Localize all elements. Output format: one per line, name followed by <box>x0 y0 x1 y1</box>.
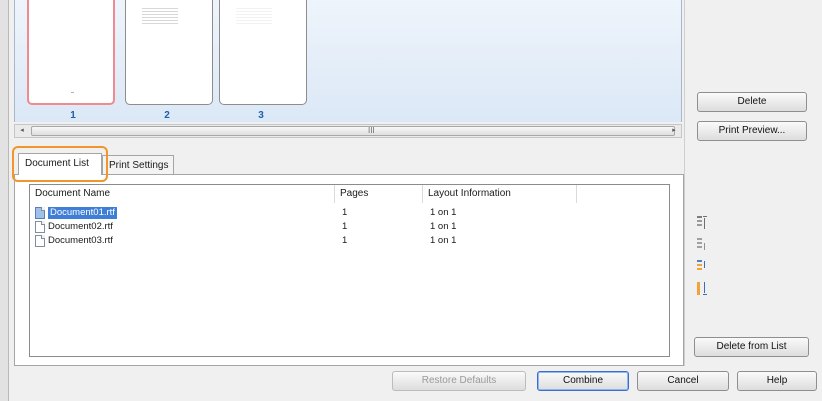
table-row[interactable]: Document03.rtf 1 1 on 1 <box>30 235 669 247</box>
document-list-view[interactable]: Document Name Pages Layout Information D… <box>29 184 670 357</box>
column-header-layout-information[interactable]: Layout Information <box>423 185 577 203</box>
move-to-top-icon[interactable] <box>697 215 711 231</box>
document-icon <box>35 235 45 247</box>
table-row[interactable]: Document01.rtf 1 1 on 1 <box>30 207 669 219</box>
document-pages: 1 <box>342 207 348 218</box>
move-to-bottom-icon[interactable] <box>697 281 711 297</box>
table-row[interactable]: Document02.rtf 1 1 on 1 <box>30 221 669 233</box>
page-number-3: 3 <box>258 110 264 121</box>
thumbnail-content <box>142 8 178 24</box>
scroll-right-arrow-icon[interactable]: ▸ <box>667 125 681 137</box>
scrollbar-grip-icon: III <box>368 126 375 135</box>
move-down-icon[interactable] <box>697 259 711 275</box>
document-pages: 1 <box>342 221 348 232</box>
scrollbar-thumb[interactable]: III <box>31 126 675 136</box>
help-button[interactable]: Help <box>737 371 817 391</box>
column-header-pages[interactable]: Pages <box>335 185 423 203</box>
preview-horizontal-scrollbar[interactable]: ◂ III ▸ <box>14 124 682 138</box>
document-icon <box>35 221 45 233</box>
page-preview-area: 1 2 3 <box>14 0 682 122</box>
page-thumbnail-2[interactable] <box>125 0 213 105</box>
delete-from-list-button[interactable]: Delete from List <box>694 337 809 357</box>
delete-button[interactable]: Delete <box>697 92 807 112</box>
document-pages: 1 <box>342 235 348 246</box>
window-left-edge <box>0 0 9 401</box>
page-number-1: 1 <box>70 110 76 121</box>
list-header: Document Name Pages Layout Information <box>30 185 669 203</box>
document-name: Document02.rtf <box>48 221 113 232</box>
document-name: Document03.rtf <box>48 235 113 246</box>
thumbnail-content <box>71 92 74 93</box>
scroll-left-arrow-icon[interactable]: ◂ <box>15 125 29 137</box>
cancel-button[interactable]: Cancel <box>637 371 729 391</box>
tab-print-settings[interactable]: Print Settings <box>102 155 174 175</box>
print-preview-button[interactable]: Print Preview... <box>697 121 807 141</box>
document-list-panel: Document Name Pages Layout Information D… <box>14 174 684 366</box>
document-layout: 1 on 1 <box>430 221 457 232</box>
page-number-2: 2 <box>164 110 170 121</box>
tab-document-list[interactable]: Document List <box>18 153 102 175</box>
column-header-document-name[interactable]: Document Name <box>30 185 335 203</box>
document-icon <box>35 207 45 219</box>
document-layout: 1 on 1 <box>430 207 457 218</box>
restore-defaults-button: Restore Defaults <box>392 371 526 391</box>
panel-divider <box>684 0 685 370</box>
thumbnail-content <box>236 8 272 24</box>
page-thumbnail-1[interactable] <box>27 0 115 105</box>
move-up-icon[interactable] <box>697 237 711 253</box>
page-thumbnail-3[interactable] <box>219 0 307 105</box>
document-layout: 1 on 1 <box>430 235 457 246</box>
document-name: Document01.rtf <box>48 207 117 219</box>
combine-button[interactable]: Combine <box>537 371 629 391</box>
